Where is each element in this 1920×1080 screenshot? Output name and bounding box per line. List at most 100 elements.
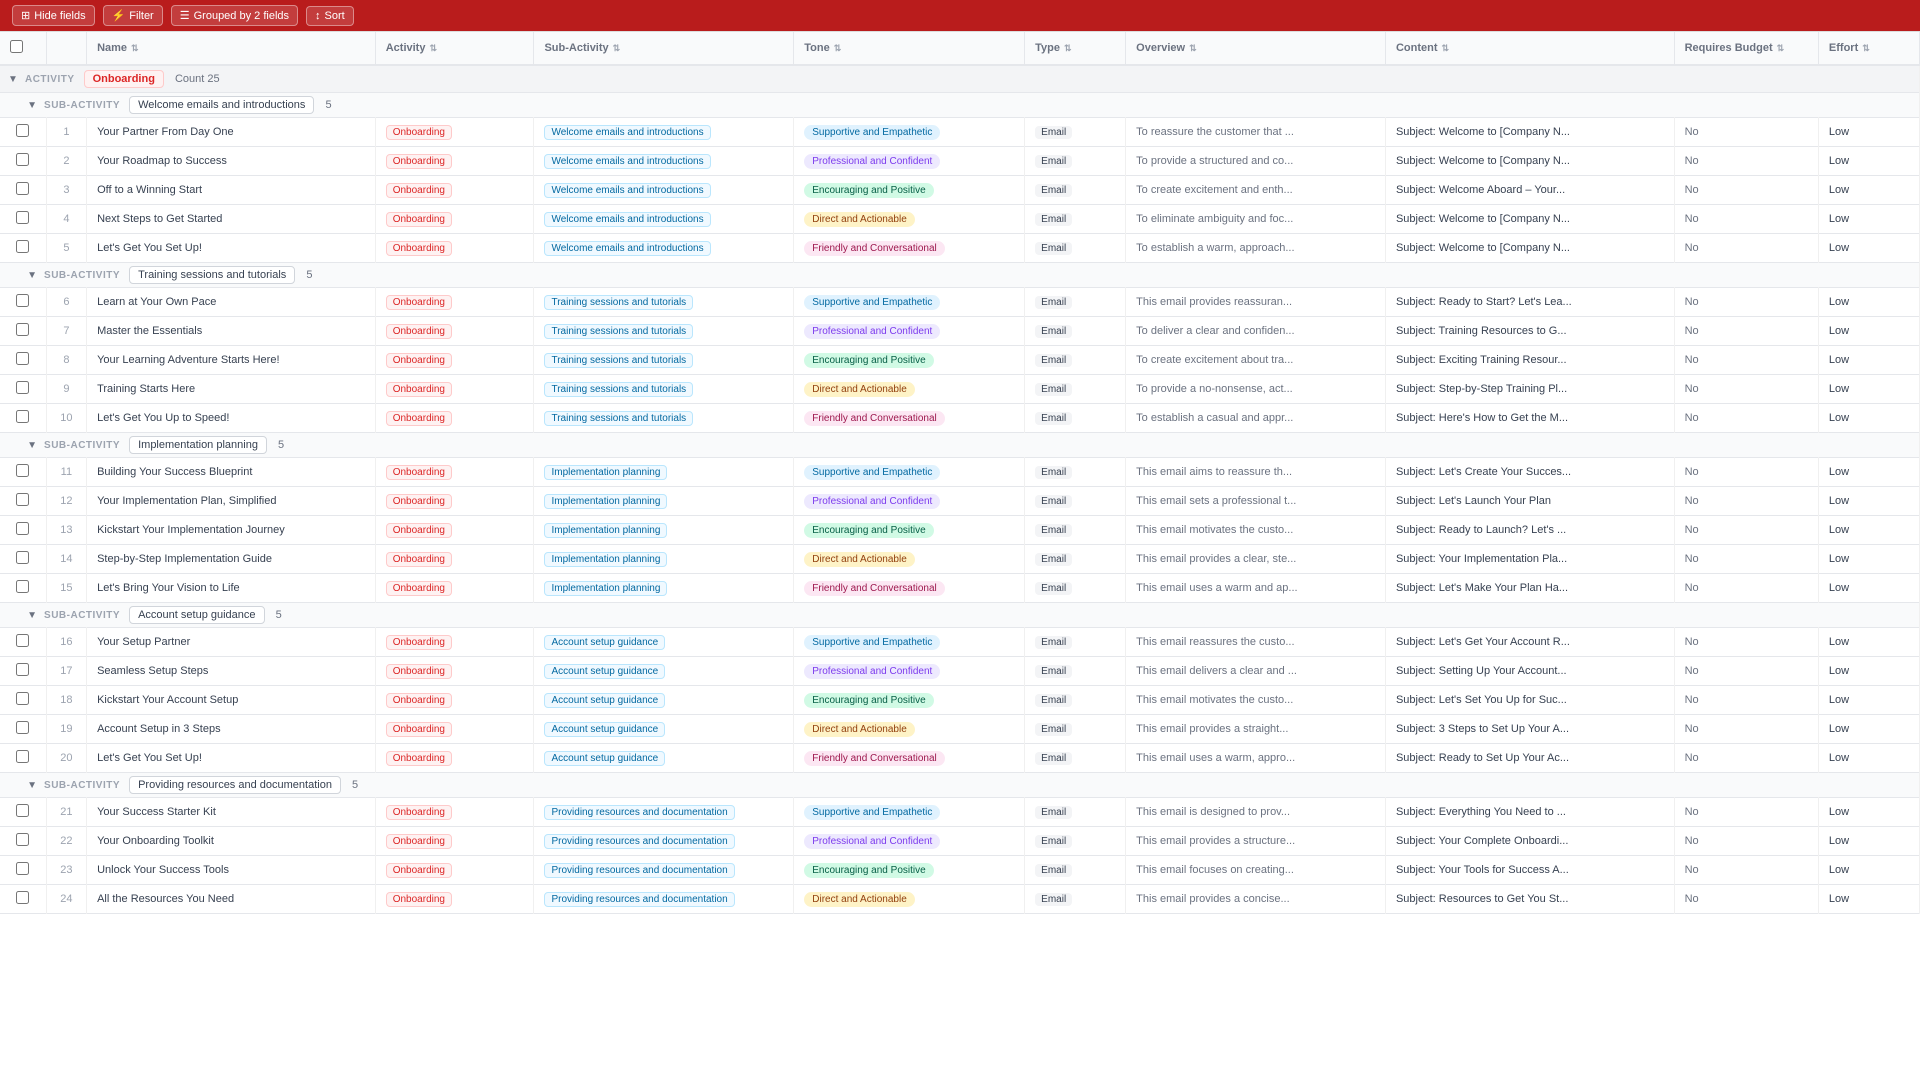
header-effort[interactable]: Effort⇅ xyxy=(1818,32,1919,65)
row-checkbox-4[interactable] xyxy=(16,211,29,224)
row-checkbox-23[interactable] xyxy=(16,862,29,875)
sort-button[interactable]: ↕ Sort xyxy=(306,6,354,26)
row-checkbox-19[interactable] xyxy=(16,721,29,734)
row-checkbox-22[interactable] xyxy=(16,833,29,846)
grouped-by-button[interactable]: ☰ Grouped by 2 fields xyxy=(171,5,298,26)
subactivity-expand-btn-4[interactable]: ▼ xyxy=(27,780,37,791)
row-checkbox-21[interactable] xyxy=(16,804,29,817)
row-name: Kickstart Your Implementation Journey xyxy=(87,516,376,545)
row-checkbox-24[interactable] xyxy=(16,891,29,904)
row-name: Master the Essentials xyxy=(87,317,376,346)
row-checkbox-15[interactable] xyxy=(16,580,29,593)
header-content[interactable]: Content⇅ xyxy=(1385,32,1674,65)
row-activity: Onboarding xyxy=(375,118,534,147)
row-checkbox-8[interactable] xyxy=(16,352,29,365)
row-tone: Professional and Confident xyxy=(794,827,1025,856)
table-row: 22Your Onboarding ToolkitOnboardingProvi… xyxy=(0,827,1920,856)
subactivity-count-0: 5 xyxy=(325,99,331,111)
main-table: Name⇅ Activity⇅ Sub-Activity⇅ Tone⇅ Type… xyxy=(0,32,1920,914)
row-tone: Supportive and Empathetic xyxy=(794,118,1025,147)
row-overview: To establish a casual and appr... xyxy=(1126,404,1386,433)
header-tone[interactable]: Tone⇅ xyxy=(794,32,1025,65)
row-budget: No xyxy=(1674,657,1818,686)
subactivity-expand-btn-3[interactable]: ▼ xyxy=(27,610,37,621)
row-overview: This email is designed to prov... xyxy=(1126,798,1386,827)
header-budget[interactable]: Requires Budget⇅ xyxy=(1674,32,1818,65)
row-effort: Low xyxy=(1818,176,1919,205)
row-activity: Onboarding xyxy=(375,657,534,686)
row-type: Email xyxy=(1025,856,1126,885)
row-activity: Onboarding xyxy=(375,798,534,827)
header-subactivity[interactable]: Sub-Activity⇅ xyxy=(534,32,794,65)
row-type: Email xyxy=(1025,657,1126,686)
row-checkbox-18[interactable] xyxy=(16,692,29,705)
row-tone: Direct and Actionable xyxy=(794,375,1025,404)
row-checkbox-9[interactable] xyxy=(16,381,29,394)
row-effort: Low xyxy=(1818,346,1919,375)
row-activity: Onboarding xyxy=(375,628,534,657)
row-checkbox-5[interactable] xyxy=(16,240,29,253)
row-checkbox-3[interactable] xyxy=(16,182,29,195)
header-activity[interactable]: Activity⇅ xyxy=(375,32,534,65)
table-row: 16Your Setup PartnerOnboardingAccount se… xyxy=(0,628,1920,657)
row-name: Your Success Starter Kit xyxy=(87,798,376,827)
table-row: 13Kickstart Your Implementation JourneyO… xyxy=(0,516,1920,545)
activity-group-row: ▼ ACTIVITY Onboarding Count 25 xyxy=(0,65,1920,93)
subactivity-expand-btn-1[interactable]: ▼ xyxy=(27,270,37,281)
row-checkbox-20[interactable] xyxy=(16,750,29,763)
row-number: 14 xyxy=(46,545,86,574)
row-content: Subject: Let's Launch Your Plan xyxy=(1385,487,1674,516)
row-tone: Encouraging and Positive xyxy=(794,686,1025,715)
subactivity-expand-btn-2[interactable]: ▼ xyxy=(27,440,37,451)
row-subactivity: Account setup guidance xyxy=(534,628,794,657)
subactivity-group-row-0: ▼ SUB-ACTIVITY Welcome emails and introd… xyxy=(0,93,1920,118)
app-container: ⊞ Hide fields ⚡ Filter ☰ Grouped by 2 fi… xyxy=(0,0,1920,914)
row-activity: Onboarding xyxy=(375,686,534,715)
row-checkbox-7[interactable] xyxy=(16,323,29,336)
row-checkbox-13[interactable] xyxy=(16,522,29,535)
row-effort: Low xyxy=(1818,487,1919,516)
hide-fields-button[interactable]: ⊞ Hide fields xyxy=(12,5,95,26)
table-row: 23Unlock Your Success ToolsOnboardingPro… xyxy=(0,856,1920,885)
row-checkbox-2[interactable] xyxy=(16,153,29,166)
table-row: 24All the Resources You NeedOnboardingPr… xyxy=(0,885,1920,914)
subactivity-expand-btn-0[interactable]: ▼ xyxy=(27,100,37,111)
row-budget: No xyxy=(1674,234,1818,263)
row-type: Email xyxy=(1025,234,1126,263)
header-type[interactable]: Type⇅ xyxy=(1025,32,1126,65)
row-checkbox-17[interactable] xyxy=(16,663,29,676)
row-content: Subject: Welcome to [Company N... xyxy=(1385,205,1674,234)
row-effort: Low xyxy=(1818,147,1919,176)
row-number: 20 xyxy=(46,744,86,773)
row-checkbox-12[interactable] xyxy=(16,493,29,506)
row-name: Your Implementation Plan, Simplified xyxy=(87,487,376,516)
row-subactivity: Welcome emails and introductions xyxy=(534,205,794,234)
row-tone: Friendly and Conversational xyxy=(794,744,1025,773)
row-effort: Low xyxy=(1818,317,1919,346)
row-name: Your Partner From Day One xyxy=(87,118,376,147)
row-name: Kickstart Your Account Setup xyxy=(87,686,376,715)
row-checkbox-14[interactable] xyxy=(16,551,29,564)
row-number: 18 xyxy=(46,686,86,715)
row-checkbox-10[interactable] xyxy=(16,410,29,423)
subactivity-sort-icon: ⇅ xyxy=(613,43,621,54)
filter-button[interactable]: ⚡ Filter xyxy=(103,5,163,26)
header-checkbox[interactable] xyxy=(0,32,46,65)
row-name: Next Steps to Get Started xyxy=(87,205,376,234)
subactivity-group-label: SUB-ACTIVITY xyxy=(44,440,120,451)
header-overview[interactable]: Overview⇅ xyxy=(1126,32,1386,65)
row-checkbox-1[interactable] xyxy=(16,124,29,137)
row-tone: Direct and Actionable xyxy=(794,715,1025,744)
row-checkbox-11[interactable] xyxy=(16,464,29,477)
row-checkbox-16[interactable] xyxy=(16,634,29,647)
row-type: Email xyxy=(1025,118,1126,147)
table-row: 1Your Partner From Day OneOnboardingWelc… xyxy=(0,118,1920,147)
row-activity: Onboarding xyxy=(375,487,534,516)
table-row: 5Let's Get You Set Up!OnboardingWelcome … xyxy=(0,234,1920,263)
row-subactivity: Account setup guidance xyxy=(534,686,794,715)
activity-expand-btn[interactable]: ▼ xyxy=(8,74,18,85)
row-checkbox-6[interactable] xyxy=(16,294,29,307)
row-overview: This email provides a concise... xyxy=(1126,885,1386,914)
header-name[interactable]: Name⇅ xyxy=(87,32,376,65)
select-all-checkbox[interactable] xyxy=(10,40,23,53)
